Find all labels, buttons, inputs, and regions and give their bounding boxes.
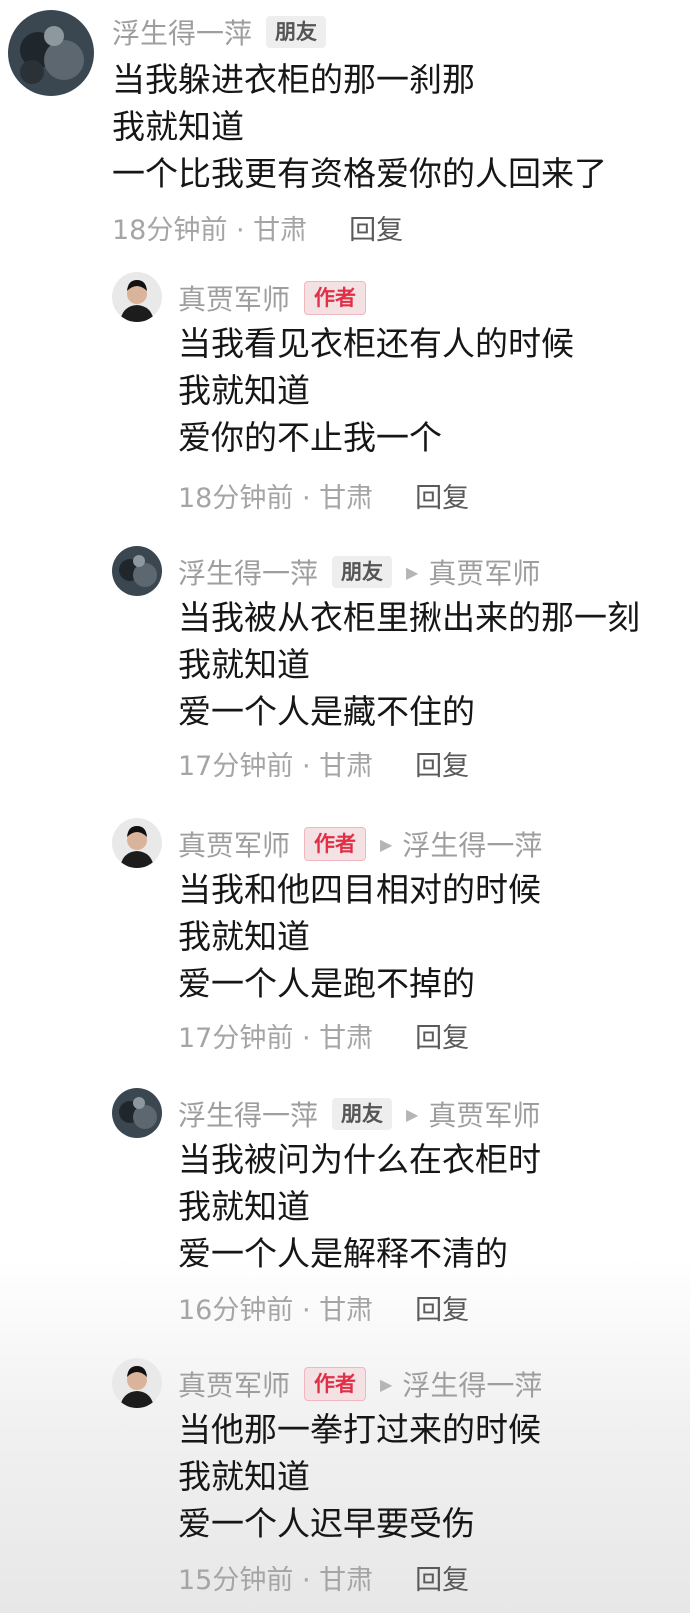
comment-line: 我就知道: [178, 371, 310, 410]
username[interactable]: 真贾军师: [178, 824, 290, 864]
comment-line: 当我看见衣柜还有人的时候: [178, 324, 574, 363]
timestamp-location: 18分钟前 · 甘肃: [178, 483, 374, 514]
man-avatar-icon: [112, 818, 162, 868]
comment-header: 浮生得一萍 朋友: [112, 12, 327, 52]
author-badge: 作者: [304, 281, 367, 315]
comment-header: 真贾军师 作者 ▶ 浮生得一萍: [178, 824, 542, 864]
author-badge: 作者: [304, 827, 367, 861]
comment-header: 浮生得一萍 朋友 ▶ 真贾军师: [178, 1094, 540, 1134]
timestamp-location: 17分钟前 · 甘肃: [178, 751, 374, 782]
username[interactable]: 真贾军师: [178, 278, 290, 318]
comment-line: 我就知道: [178, 917, 310, 956]
comment-line: 当我躲进衣柜的那一刹那: [112, 60, 475, 99]
comment-meta: 18分钟前 · 甘肃 回复: [112, 208, 403, 247]
reply-button[interactable]: 回复: [415, 1558, 469, 1597]
reply-button[interactable]: 回复: [415, 1288, 469, 1327]
comment-line: 我就知道: [178, 1457, 310, 1496]
avatar[interactable]: [112, 272, 162, 322]
comment-header: 真贾军师 作者: [178, 278, 367, 318]
reply-to-username[interactable]: 浮生得一萍: [402, 824, 542, 864]
comment-reply: 真贾军师 作者 ▶ 浮生得一萍 当他那一拳打过来的时候 我就知道 爱一个人迟早要…: [0, 1358, 690, 1613]
timestamp-location: 15分钟前 · 甘肃: [178, 1565, 374, 1596]
comment-line: 我就知道: [178, 645, 310, 684]
comment-line: 当我被问为什么在衣柜时: [178, 1140, 541, 1179]
reply-arrow-icon: ▶: [380, 834, 393, 854]
comment-header: 浮生得一萍 朋友 ▶ 真贾军师: [178, 552, 540, 592]
man-avatar-icon: [112, 1358, 162, 1408]
avatar[interactable]: [112, 1358, 162, 1408]
comment-line: 爱一个人是藏不住的: [178, 692, 475, 731]
friend-badge: 朋友: [332, 556, 393, 588]
reply-button[interactable]: 回复: [415, 744, 469, 783]
comment-meta: 16分钟前 · 甘肃 回复: [178, 1288, 469, 1327]
comment-reply: 真贾军师 作者 当我看见衣柜还有人的时候 我就知道 爱你的不止我一个 18分钟前…: [0, 272, 690, 522]
comment-line: 一个比我更有资格爱你的人回来了: [112, 154, 607, 193]
comment-text[interactable]: 当我被从衣柜里揪出来的那一刻 我就知道 爱一个人是藏不住的: [178, 594, 640, 735]
comment-top-level: 浮生得一萍 朋友 当我躲进衣柜的那一刹那 我就知道 一个比我更有资格爱你的人回来…: [0, 10, 690, 250]
comment-meta: 17分钟前 · 甘肃 回复: [178, 744, 469, 783]
avatar[interactable]: [112, 1088, 162, 1138]
friend-badge: 朋友: [332, 1098, 393, 1130]
comment-line: 爱一个人是跑不掉的: [178, 964, 475, 1003]
avatar[interactable]: [8, 10, 94, 96]
reply-button[interactable]: 回复: [415, 1016, 469, 1055]
username[interactable]: 浮生得一萍: [112, 12, 252, 52]
comment-text[interactable]: 当我看见衣柜还有人的时候 我就知道 爱你的不止我一个: [178, 320, 574, 461]
reply-to-username[interactable]: 真贾军师: [428, 1094, 540, 1134]
comment-line: 爱一个人迟早要受伤: [178, 1504, 475, 1543]
comment-line: 当他那一拳打过来的时候: [178, 1410, 541, 1449]
friend-badge: 朋友: [266, 16, 327, 48]
comment-line: 爱一个人是解释不清的: [178, 1234, 508, 1273]
author-badge: 作者: [304, 1367, 367, 1401]
comment-line: 当我被从衣柜里揪出来的那一刻: [178, 598, 640, 637]
comment-meta: 17分钟前 · 甘肃 回复: [178, 1016, 469, 1055]
reply-arrow-icon: ▶: [380, 1374, 393, 1394]
cat-avatar-icon: [112, 546, 162, 596]
reply-to-username[interactable]: 真贾军师: [428, 552, 540, 592]
username[interactable]: 浮生得一萍: [178, 552, 318, 592]
comment-text[interactable]: 当他那一拳打过来的时候 我就知道 爱一个人迟早要受伤: [178, 1406, 541, 1547]
comment-header: 真贾军师 作者 ▶ 浮生得一萍: [178, 1364, 542, 1404]
comment-line: 我就知道: [178, 1187, 310, 1226]
timestamp-location: 18分钟前 · 甘肃: [112, 215, 308, 246]
comment-reply: 浮生得一萍 朋友 ▶ 真贾军师 当我被从衣柜里揪出来的那一刻 我就知道 爱一个人…: [0, 546, 690, 796]
comment-line: 我就知道: [112, 107, 244, 146]
cat-avatar-icon: [8, 10, 94, 96]
reply-arrow-icon: ▶: [406, 562, 419, 582]
comment-text[interactable]: 当我被问为什么在衣柜时 我就知道 爱一个人是解释不清的: [178, 1136, 541, 1277]
comment-text[interactable]: 当我和他四目相对的时候 我就知道 爱一个人是跑不掉的: [178, 866, 541, 1007]
reply-to-username[interactable]: 浮生得一萍: [402, 1364, 542, 1404]
comment-line: 爱你的不止我一个: [178, 418, 442, 457]
avatar[interactable]: [112, 546, 162, 596]
comment-reply: 真贾军师 作者 ▶ 浮生得一萍 当我和他四目相对的时候 我就知道 爱一个人是跑不…: [0, 818, 690, 1068]
timestamp-location: 17分钟前 · 甘肃: [178, 1023, 374, 1054]
avatar[interactable]: [112, 818, 162, 868]
reply-button[interactable]: 回复: [415, 476, 469, 515]
username[interactable]: 浮生得一萍: [178, 1094, 318, 1134]
cat-avatar-icon: [112, 1088, 162, 1138]
reply-arrow-icon: ▶: [406, 1104, 419, 1124]
comment-text[interactable]: 当我躲进衣柜的那一刹那 我就知道 一个比我更有资格爱你的人回来了: [112, 56, 607, 197]
comment-meta: 15分钟前 · 甘肃 回复: [178, 1558, 469, 1597]
man-avatar-icon: [112, 272, 162, 322]
reply-button[interactable]: 回复: [349, 208, 403, 247]
username[interactable]: 真贾军师: [178, 1364, 290, 1404]
timestamp-location: 16分钟前 · 甘肃: [178, 1295, 374, 1326]
comment-meta: 18分钟前 · 甘肃 回复: [178, 476, 469, 515]
comment-reply: 浮生得一萍 朋友 ▶ 真贾军师 当我被问为什么在衣柜时 我就知道 爱一个人是解释…: [0, 1088, 690, 1338]
comment-line: 当我和他四目相对的时候: [178, 870, 541, 909]
